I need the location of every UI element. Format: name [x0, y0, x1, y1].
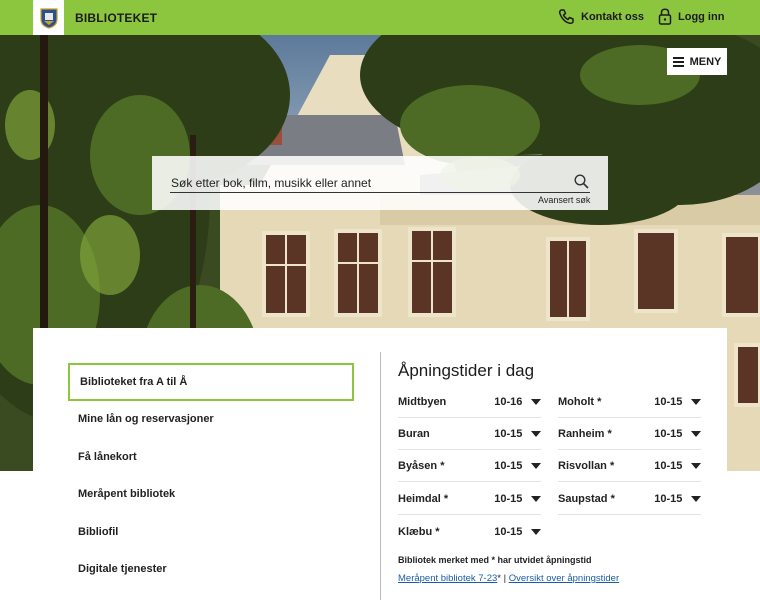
- caret-down-icon: [531, 430, 541, 437]
- hours-row-saupstad[interactable]: Saupstad * 10-15: [558, 483, 701, 515]
- opening-hours-title: Åpningstider i dag: [398, 361, 535, 380]
- caret-down-icon: [531, 462, 541, 469]
- menu-label: MENY: [689, 55, 722, 68]
- hours-row-klaebu[interactable]: Klæbu * 10-15: [398, 516, 541, 548]
- caret-down-icon: [691, 398, 701, 405]
- lock-icon: [658, 8, 672, 25]
- hours-row-risvollan[interactable]: Risvollan * 10-15: [558, 450, 701, 482]
- nav-item-a-til-aa[interactable]: Biblioteket fra A til Å: [68, 363, 354, 401]
- city-crest-logo[interactable]: [33, 0, 64, 35]
- top-header: BIBLIOTEKET Kontakt oss Logg inn: [0, 0, 760, 35]
- hamburger-icon: [672, 56, 684, 67]
- open-library-hours-link[interactable]: Meråpent bibliotek 7-23: [398, 573, 497, 584]
- hours-row-byaasen[interactable]: Byåsen * 10-15: [398, 450, 541, 482]
- asterisk-mark: *: [497, 573, 501, 584]
- search-input[interactable]: [170, 173, 590, 193]
- site-title[interactable]: BIBLIOTEKET: [75, 11, 157, 25]
- phone-icon: [558, 9, 574, 25]
- contact-label: Kontakt oss: [581, 10, 644, 23]
- hours-links: Meråpent bibliotek 7-23* | Oversikt over…: [398, 573, 619, 584]
- nav-item-library-card[interactable]: Få lånekort: [68, 438, 354, 476]
- hours-row-heimdal[interactable]: Heimdal * 10-15: [398, 483, 541, 515]
- nav-item-loans[interactable]: Mine lån og reservasjoner: [68, 401, 354, 439]
- extended-hours-note: Bibliotek merket med * har utvidet åpnin…: [398, 555, 592, 565]
- advanced-search-link[interactable]: Avansert søk: [538, 195, 590, 205]
- crest-icon: [39, 7, 58, 29]
- nav-item-digital-services[interactable]: Digitale tjenester: [68, 551, 354, 589]
- search-icon[interactable]: [574, 174, 589, 194]
- quick-links-list: Biblioteket fra A til Å Mine lån og rese…: [68, 363, 354, 588]
- caret-down-icon: [691, 495, 701, 502]
- content-card: Biblioteket fra A til Å Mine lån og rese…: [33, 328, 727, 600]
- caret-down-icon: [531, 529, 541, 535]
- nav-item-open-library[interactable]: Meråpent bibliotek: [68, 476, 354, 514]
- caret-down-icon: [531, 495, 541, 502]
- hours-row-midtbyen[interactable]: Midtbyen 10-16: [398, 386, 541, 418]
- login-link[interactable]: Logg inn: [658, 8, 724, 25]
- caret-down-icon: [531, 398, 541, 405]
- column-divider: [380, 352, 381, 600]
- all-opening-hours-link[interactable]: Oversikt over åpningstider: [509, 573, 619, 584]
- login-label: Logg inn: [678, 10, 725, 23]
- caret-down-icon: [691, 462, 701, 469]
- link-separator: |: [503, 573, 507, 584]
- caret-down-icon: [691, 430, 701, 437]
- hours-row-ranheim[interactable]: Ranheim * 10-15: [558, 418, 701, 450]
- contact-link[interactable]: Kontakt oss: [558, 8, 644, 25]
- menu-button[interactable]: MENY: [667, 48, 727, 75]
- hours-row-buran[interactable]: Buran 10-15: [398, 418, 541, 450]
- hours-row-moholt[interactable]: Moholt * 10-15: [558, 386, 701, 418]
- nav-item-bibliofil[interactable]: Bibliofil: [68, 513, 354, 551]
